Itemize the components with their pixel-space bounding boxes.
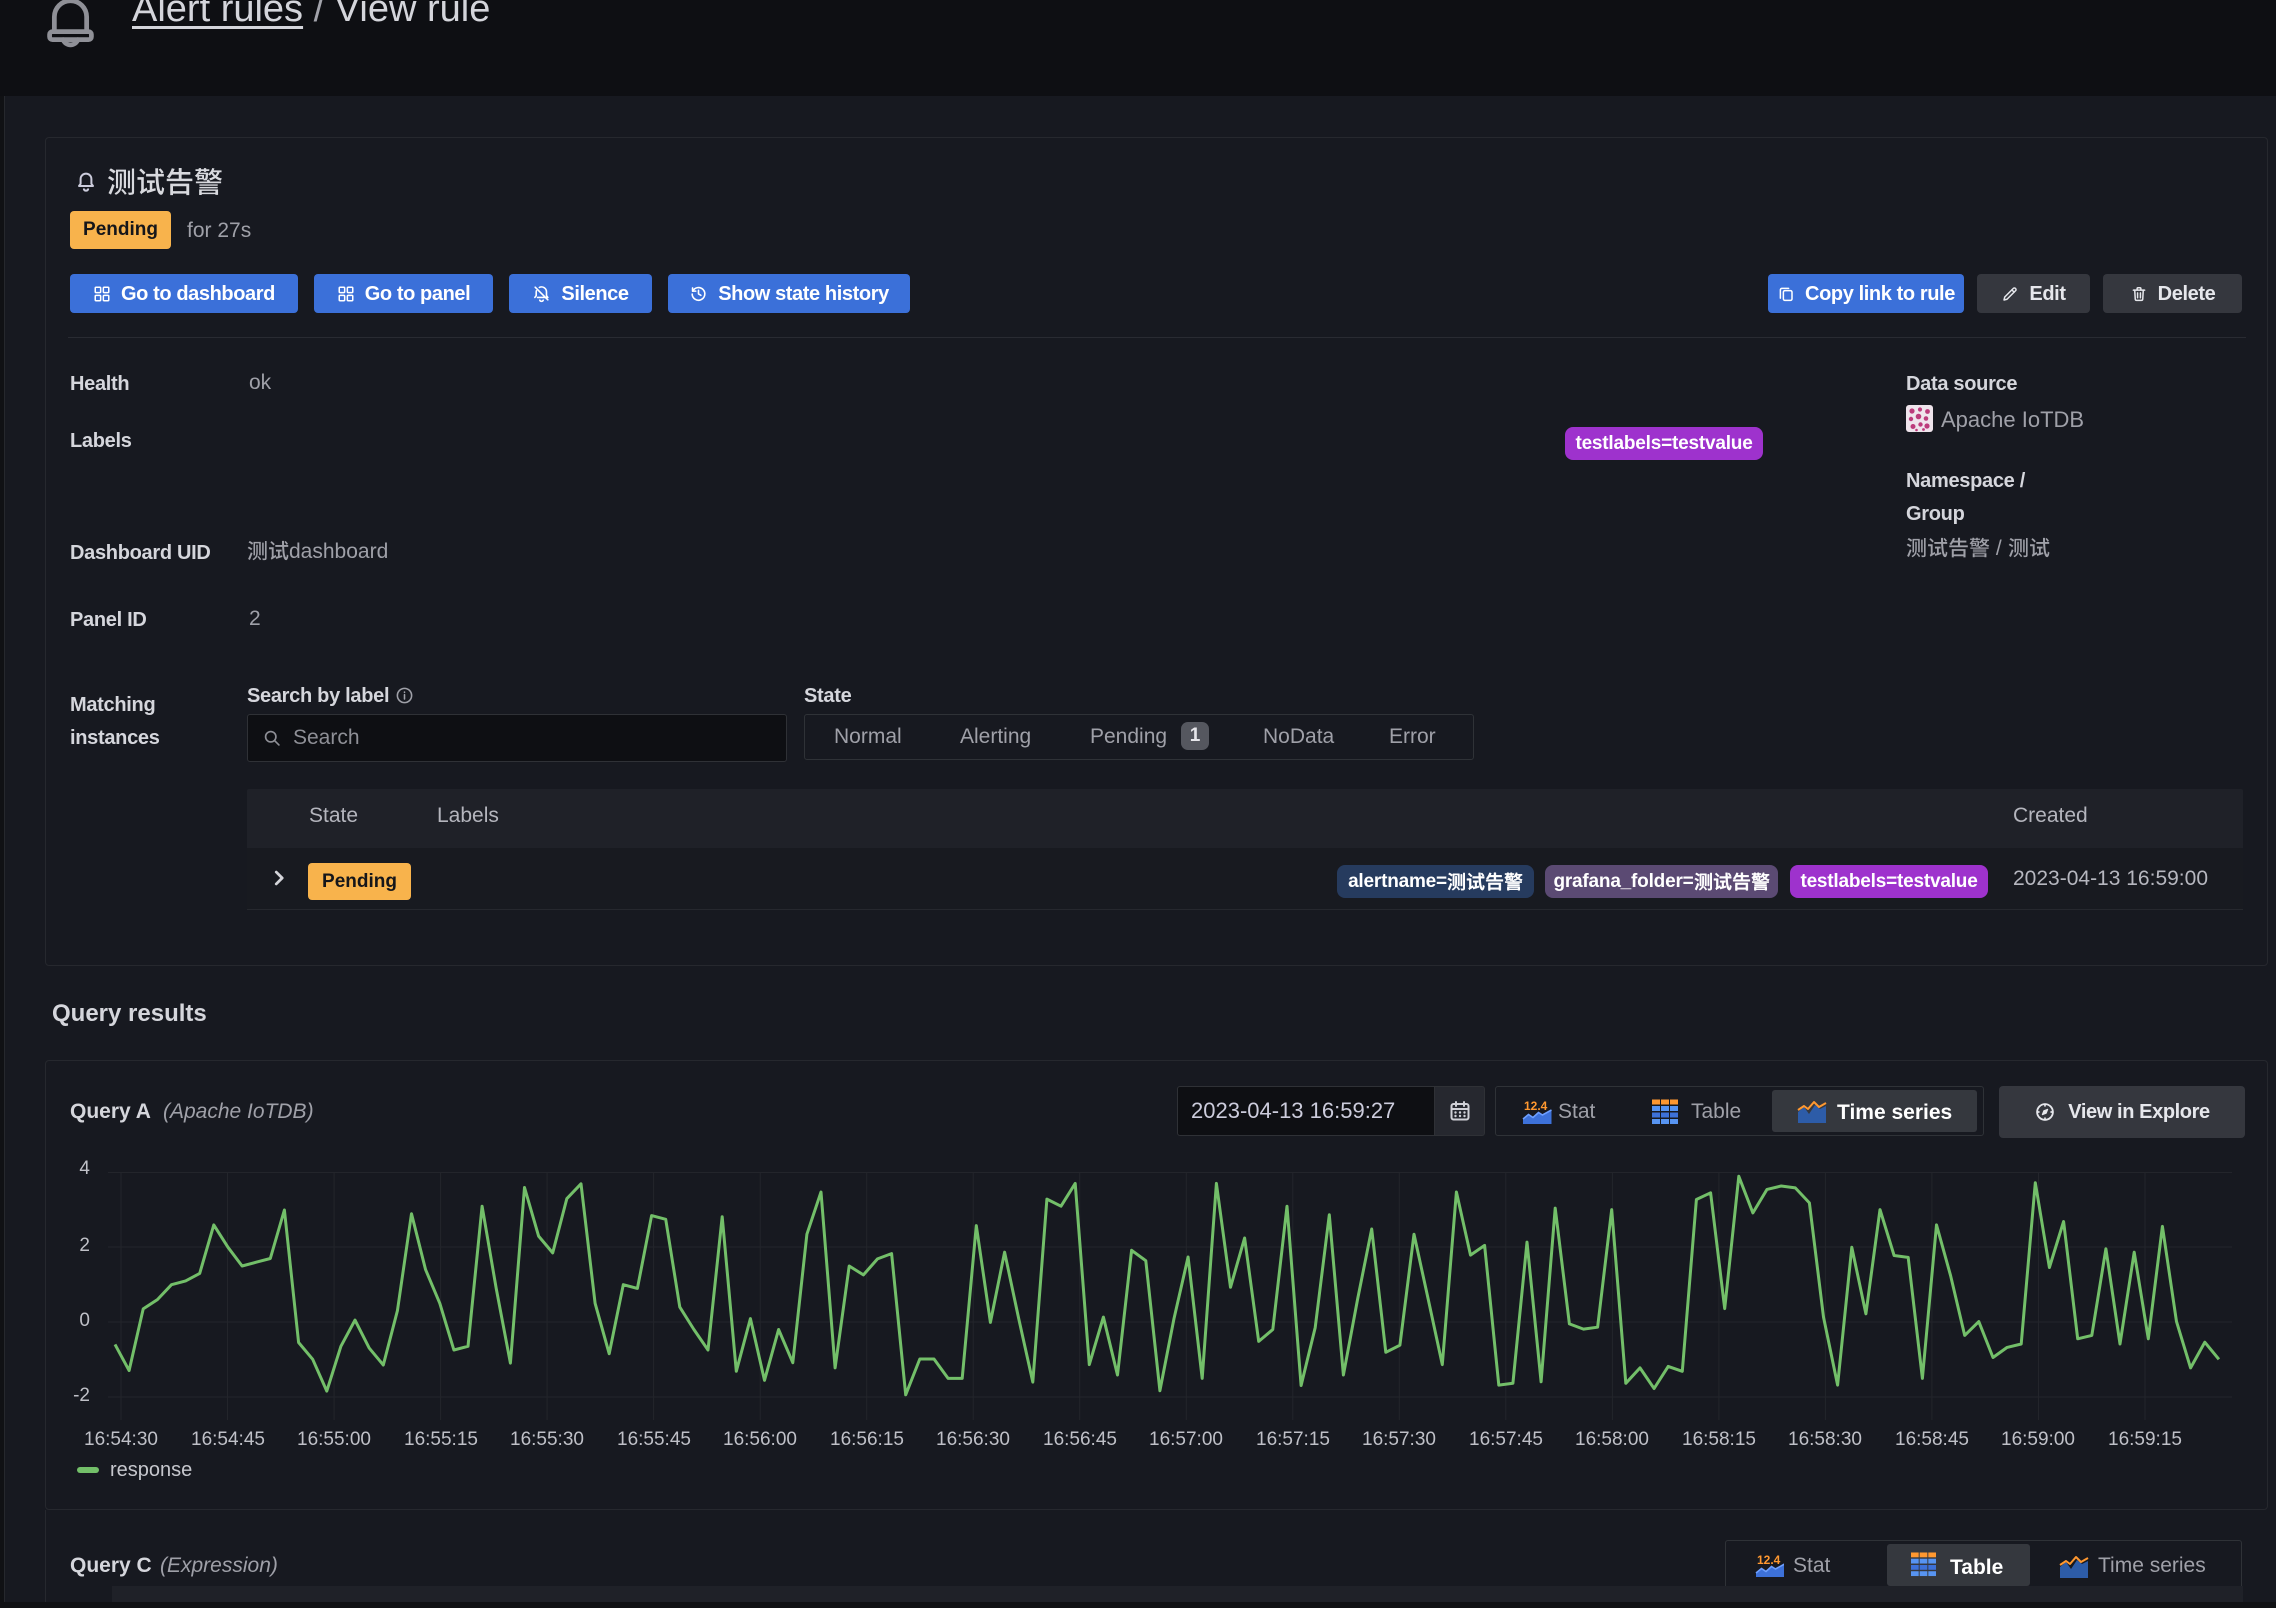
svg-text:12.4: 12.4 — [1757, 1553, 1781, 1567]
svg-text:12.4: 12.4 — [1524, 1099, 1548, 1113]
